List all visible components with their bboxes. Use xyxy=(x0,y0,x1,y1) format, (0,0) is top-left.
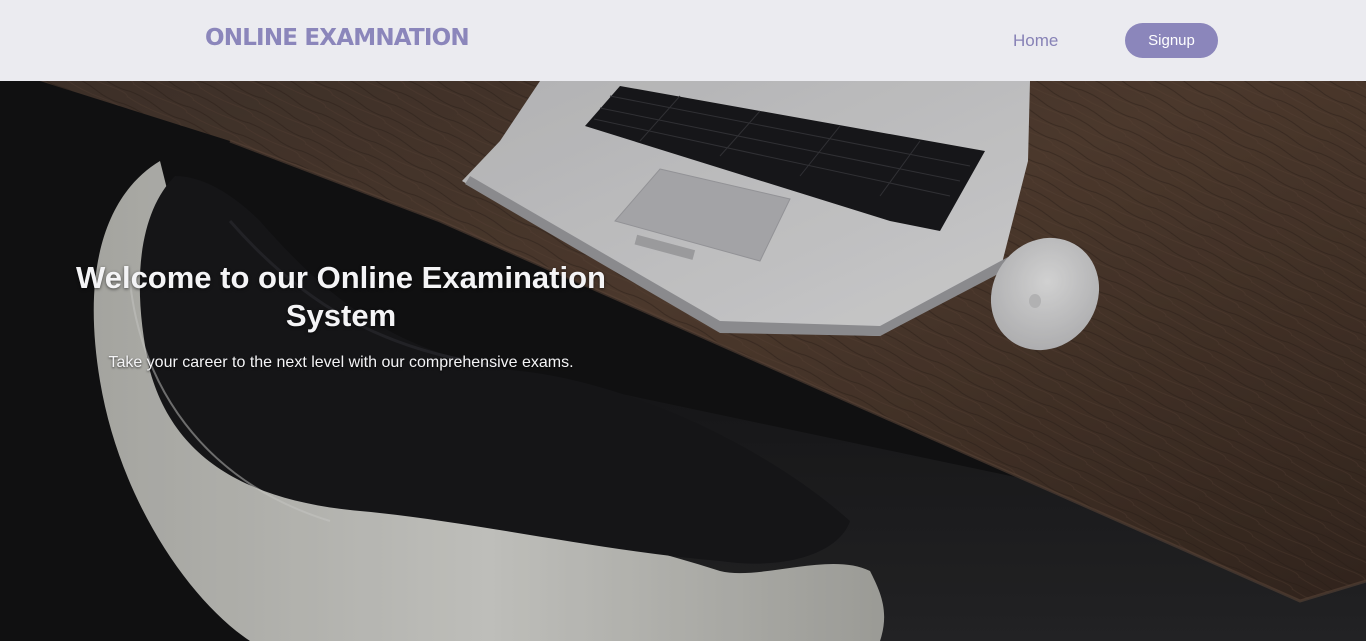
navbar: ONLINE EXAMNATION Home Signup xyxy=(0,0,1366,81)
brand-logo-text[interactable]: ONLINE EXAMNATION xyxy=(205,25,470,51)
signup-button[interactable]: Signup xyxy=(1125,23,1218,58)
hero-content: Welcome to our Online Examination System… xyxy=(0,81,1366,641)
hero-title: Welcome to our Online Examination System xyxy=(76,260,606,333)
hero-subtitle: Take your career to the next level with … xyxy=(108,354,574,371)
hero-section: Welcome to our Online Examination System… xyxy=(0,81,1366,641)
nav-home-link[interactable]: Home xyxy=(1013,31,1058,51)
